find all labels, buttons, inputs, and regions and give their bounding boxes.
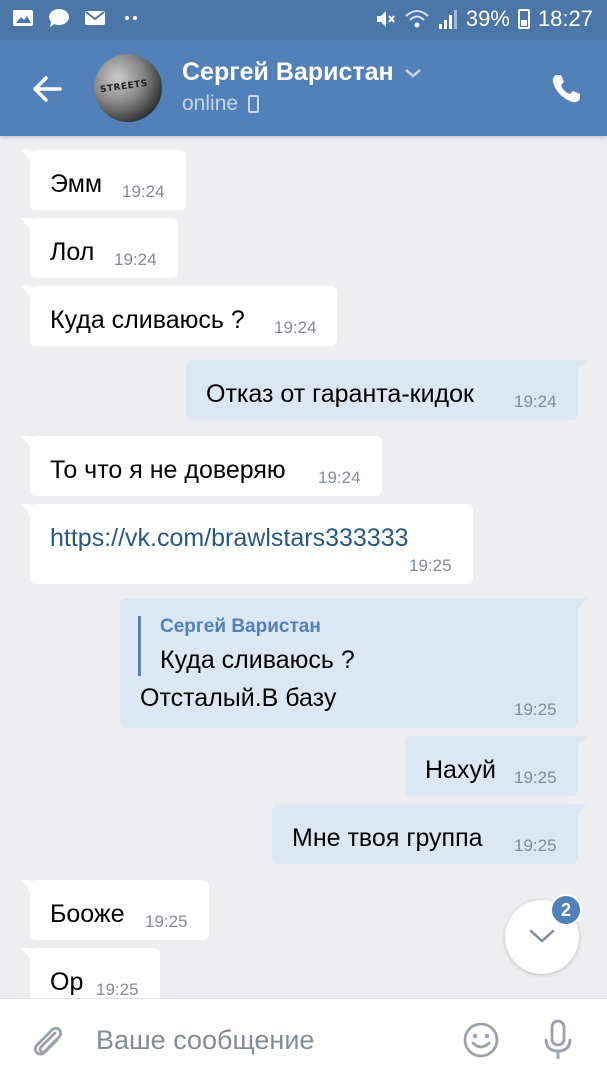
mobile-device-icon xyxy=(248,95,260,113)
more-dots-icon xyxy=(125,16,137,20)
emoji-smile-icon[interactable] xyxy=(462,1021,500,1059)
message-time: 19:24 xyxy=(514,392,557,411)
message-bubble[interactable]: Лол 19:24 xyxy=(21,218,178,278)
message-text: Мне твоя группа xyxy=(292,824,483,852)
message-bubble[interactable]: Отказ от гаранта-кидок 19:24 xyxy=(186,360,587,420)
battery-icon xyxy=(517,9,530,29)
mail-icon xyxy=(85,11,105,25)
message-text: Бооже xyxy=(50,900,125,928)
message-bubble[interactable]: То что я не доверяю 19:24 xyxy=(21,436,382,496)
clock: 18:27 xyxy=(537,6,593,31)
message-time: 19:24 xyxy=(274,318,317,337)
online-status: online xyxy=(182,92,260,116)
message-text: Отсталый.В базу xyxy=(140,684,337,712)
message-text: Эмм xyxy=(50,170,103,198)
message-time: 19:25 xyxy=(409,556,452,575)
chevron-down-icon xyxy=(404,68,421,78)
composer-bar xyxy=(0,998,607,1080)
message-text: Куда сливаюсь ? xyxy=(50,306,245,334)
signal-icon xyxy=(438,10,457,29)
message-bubble[interactable]: Нахуй 19:25 xyxy=(405,736,587,796)
contact-name[interactable]: Сергей Варистан xyxy=(182,58,422,87)
message-time: 19:25 xyxy=(514,836,557,855)
reply-quote-bar xyxy=(138,616,141,676)
message-text: Отказ от гаранта-кидок xyxy=(206,380,474,408)
message-text: Ор xyxy=(50,968,84,996)
message-text: Лол xyxy=(50,238,95,266)
reply-author[interactable]: Сергей Варистан xyxy=(160,616,321,638)
microphone-icon[interactable] xyxy=(542,1019,574,1061)
message-input[interactable] xyxy=(96,1025,436,1056)
message-link[interactable]: https://vk.com/brawlstars333333 xyxy=(50,524,409,553)
avatar[interactable]: STREETS xyxy=(94,54,162,122)
online-status-label: online xyxy=(182,92,239,115)
message-text: То что я не доверяю xyxy=(50,456,286,484)
phone-call-icon[interactable] xyxy=(549,72,583,106)
chat-header: STREETS Сергей Варистан online xyxy=(0,40,607,136)
message-text: Нахуй xyxy=(425,756,496,784)
message-time: 19:24 xyxy=(122,182,165,201)
message-list[interactable]: Эмм 19:24 Лол 19:24 Куда сливаюсь ? 19:2… xyxy=(0,136,607,998)
message-bubble[interactable]: https://vk.com/brawlstars333333 19:25 xyxy=(21,504,473,584)
message-bubble[interactable]: Ор 19:25 xyxy=(21,948,160,998)
gallery-icon xyxy=(13,10,33,26)
attach-paperclip-icon[interactable] xyxy=(28,1021,66,1061)
message-time: 19:25 xyxy=(145,912,188,931)
status-bar: 39% 18:27 xyxy=(0,0,607,40)
message-bubble[interactable]: Сергей Варистан Куда сливаюсь ? Отсталый… xyxy=(120,598,587,728)
chevron-down-icon xyxy=(529,929,555,943)
wifi-icon xyxy=(405,10,429,28)
message-bubble[interactable]: Мне твоя группа 19:25 xyxy=(272,804,587,864)
message-time: 19:25 xyxy=(514,768,557,787)
message-time: 19:25 xyxy=(96,980,139,998)
back-arrow-icon[interactable] xyxy=(30,72,64,106)
message-bubble[interactable]: Эмм 19:24 xyxy=(21,150,186,210)
mute-icon xyxy=(376,11,395,27)
battery-percent: 39% xyxy=(465,6,510,31)
message-time: 19:24 xyxy=(114,250,157,269)
message-bubble[interactable]: Куда сливаюсь ? 19:24 xyxy=(21,286,337,346)
reply-text: Куда сливаюсь ? xyxy=(160,646,355,674)
chat-icon xyxy=(49,9,69,27)
contact-name-label: Сергей Варистан xyxy=(182,58,394,86)
message-time: 19:25 xyxy=(514,700,557,719)
message-time: 19:24 xyxy=(318,468,361,487)
message-bubble[interactable]: Бооже 19:25 xyxy=(21,880,209,940)
avatar-text: STREETS xyxy=(99,78,149,96)
unread-count-badge: 2 xyxy=(550,894,582,926)
